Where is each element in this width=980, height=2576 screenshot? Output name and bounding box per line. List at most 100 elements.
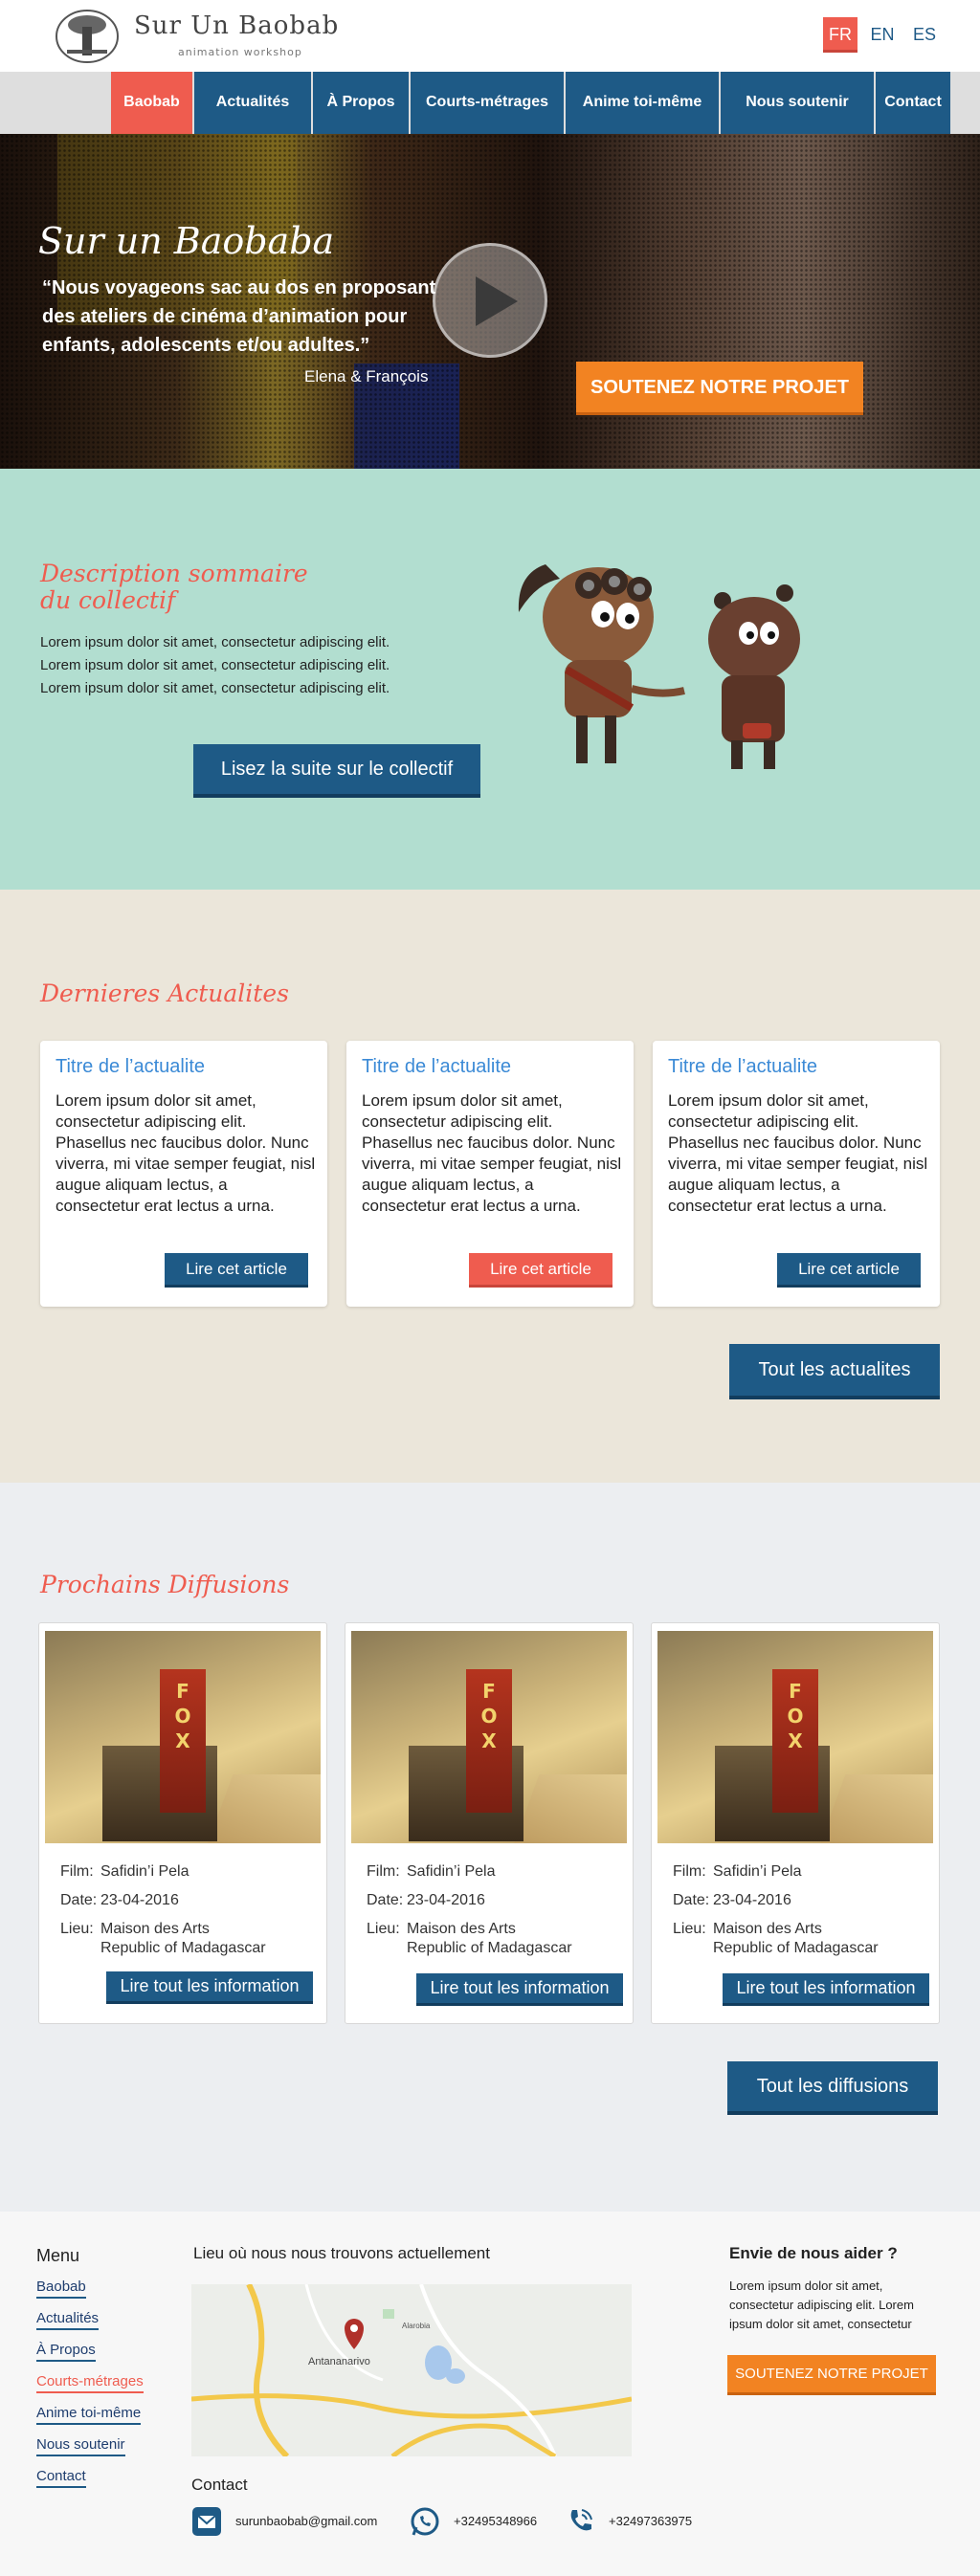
contact-title: Contact [191, 2476, 248, 2494]
screening-card: FOX Film: Safidin’i Pela Date: 23-04-2016 … [38, 1622, 327, 2024]
all-news-button[interactable]: Tout les actualites [729, 1344, 940, 1399]
lieu-value-line1: Maison des Arts [100, 1921, 210, 1937]
footer-link-a-propos[interactable]: À Propos [36, 2342, 96, 2362]
nav-item-a-propos[interactable]: À Propos [313, 72, 409, 134]
lieu-value-line1: Maison des Arts [407, 1921, 516, 1937]
screening-date-row: Date: 23-04-2016 [367, 1891, 485, 1910]
news-card-body: Lorem ipsum dolor sit amet, consectetur … [668, 1091, 928, 1215]
support-project-button[interactable]: SOUTENEZ NOTRE PROJET [576, 362, 863, 415]
screenings-section: Prochains Diffusions FOX Film: Safidin’i … [0, 1483, 980, 2212]
film-label: Film: [367, 1863, 400, 1880]
nav-item-anime-toi-meme[interactable]: Anime toi-même [566, 72, 719, 134]
screening-date-row: Date: 23-04-2016 [673, 1891, 791, 1910]
phone-icon[interactable] [565, 2506, 595, 2537]
map-graphic: Antananarivo Alarobia [191, 2284, 632, 2456]
theater-sign-text: FOX [480, 1680, 498, 1752]
film-value: Safidin’i Pela [407, 1863, 496, 1880]
collectif-section: Description sommaire du collectif Lorem … [0, 469, 980, 890]
hero-quote: “Nous voyageons sac au dos en proposant … [42, 277, 436, 356]
footer-link-courts-metrages[interactable]: Courts-métrages [36, 2373, 144, 2393]
theater-sign-text: FOX [787, 1680, 804, 1752]
film-value: Safidin’i Pela [713, 1863, 802, 1880]
date-value: 23-04-2016 [713, 1892, 791, 1908]
lieu-value-line2: Republic of Madagascar [407, 1940, 572, 1956]
news-card-body: Lorem ipsum dolor sit amet, consectetur … [56, 1091, 316, 1215]
contact-phone[interactable]: +32497363975 [609, 2514, 692, 2528]
footer-link-contact[interactable]: Contact [36, 2468, 86, 2488]
nav-item-baobab[interactable]: Baobab [111, 72, 192, 134]
language-en[interactable]: EN [865, 17, 900, 53]
read-article-button[interactable]: Lire cet article [777, 1253, 921, 1288]
date-label: Date: [367, 1892, 404, 1908]
hero-author: Elena & François [304, 367, 429, 385]
lieu-label: Lieu: [367, 1921, 400, 1937]
screening-image[interactable]: FOX [45, 1631, 321, 1843]
language-fr[interactable]: FR [823, 17, 858, 53]
hero-banner: Sur un Baobaba “Nous voyageons sac au do… [0, 134, 980, 469]
svg-text:Alarobia: Alarobia [402, 2322, 431, 2330]
news-section: Dernieres Actualites Titre de l’actualit… [0, 890, 980, 1483]
footer-support-project-button[interactable]: SOUTENEZ NOTRE PROJET [727, 2355, 936, 2395]
help-text: Lorem ipsum dolor sit amet, consectetur … [729, 2279, 914, 2331]
help-title: Envie de nous aider ? [729, 2244, 898, 2262]
date-value: 23-04-2016 [100, 1892, 179, 1908]
date-label: Date: [60, 1892, 98, 1908]
street-shape [201, 1774, 321, 1843]
screening-film-row: Film: Safidin’i Pela [367, 1862, 496, 1882]
baobab-logo-icon[interactable] [54, 8, 121, 65]
read-screening-info-button[interactable]: Lire tout les information [723, 1973, 929, 2006]
logo-subtitle: animation workshop [178, 46, 302, 58]
nav-item-courts-metrages[interactable]: Courts-métrages [411, 72, 564, 134]
street-shape [813, 1774, 933, 1843]
nav-item-nous-soutenir[interactable]: Nous soutenir [721, 72, 874, 134]
date-value: 23-04-2016 [407, 1892, 485, 1908]
news-card-body: Lorem ipsum dolor sit amet, consectetur … [362, 1091, 622, 1215]
screening-lieu-row: Lieu: Maison des Arts Republic of Madagasc… [60, 1920, 266, 1958]
screening-film-row: Film: Safidin’i Pela [673, 1862, 802, 1882]
read-article-button[interactable]: Lire cet article [469, 1253, 612, 1288]
lieu-value-line1: Maison des Arts [713, 1921, 822, 1937]
date-label: Date: [673, 1892, 710, 1908]
location-map[interactable]: Antananarivo Alarobia [191, 2284, 632, 2456]
email-icon[interactable] [191, 2506, 222, 2537]
news-card-title[interactable]: Titre de l’actualite [362, 1056, 511, 1078]
news-section-title: Dernieres Actualites [40, 980, 289, 1007]
screening-card: FOX Film: Safidin’i Pela Date: 23-04-2016 … [651, 1622, 940, 2024]
read-screening-info-button[interactable]: Lire tout les information [416, 1973, 623, 2006]
whatsapp-icon[interactable] [410, 2506, 440, 2537]
lieu-value-line2: Republic of Madagascar [713, 1940, 879, 1956]
nav-item-contact[interactable]: Contact [876, 72, 950, 134]
play-icon [476, 276, 518, 326]
film-label: Film: [673, 1863, 706, 1880]
theater-sign-text: FOX [174, 1680, 191, 1752]
contact-whatsapp[interactable]: +32495348966 [454, 2514, 537, 2528]
nav-item-actualites[interactable]: Actualités [194, 72, 311, 134]
collectif-title: Description sommaire du collectif [40, 560, 308, 614]
collectif-description: Lorem ipsum dolor sit amet, consectetur … [40, 634, 390, 696]
footer-link-nous-soutenir[interactable]: Nous soutenir [36, 2436, 125, 2456]
screening-lieu-row: Lieu: Maison des Arts Republic of Madagasc… [367, 1920, 572, 1958]
read-article-button[interactable]: Lire cet article [165, 1253, 308, 1288]
all-screenings-button[interactable]: Tout les diffusions [727, 2061, 938, 2115]
play-video-button[interactable] [433, 243, 547, 358]
logo-title[interactable]: Sur Un Baobab [134, 11, 339, 40]
screening-image[interactable]: FOX [657, 1631, 933, 1843]
screening-film-row: Film: Safidin’i Pela [60, 1862, 189, 1882]
lieu-value-line2: Republic of Madagascar [100, 1940, 266, 1956]
location-title: Lieu où nous nous trouvons actuellement [193, 2244, 490, 2262]
news-card: Titre de l’actualite Lorem ipsum dolor s… [346, 1041, 634, 1307]
news-card-title[interactable]: Titre de l’actualite [668, 1056, 817, 1078]
footer-link-baobab[interactable]: Baobab [36, 2279, 86, 2299]
read-screening-info-button[interactable]: Lire tout les information [106, 1971, 313, 2004]
screening-card: FOX Film: Safidin’i Pela Date: 23-04-2016 … [345, 1622, 634, 2024]
cartoon-characters-illustration [507, 526, 833, 794]
read-more-collectif-button[interactable]: Lisez la suite sur le collectif [193, 744, 480, 798]
language-es[interactable]: ES [907, 17, 942, 53]
footer-link-actualites[interactable]: Actualités [36, 2310, 100, 2330]
hero-title: Sur un Baobaba [38, 220, 335, 262]
news-card-title[interactable]: Titre de l’actualite [56, 1056, 205, 1078]
contact-email[interactable]: surunbaobab@gmail.com [235, 2514, 377, 2528]
main-nav: Baobab Actualités À Propos Courts-métrag… [0, 72, 980, 134]
footer-link-anime-toi-meme[interactable]: Anime toi-même [36, 2405, 142, 2425]
screening-image[interactable]: FOX [351, 1631, 627, 1843]
